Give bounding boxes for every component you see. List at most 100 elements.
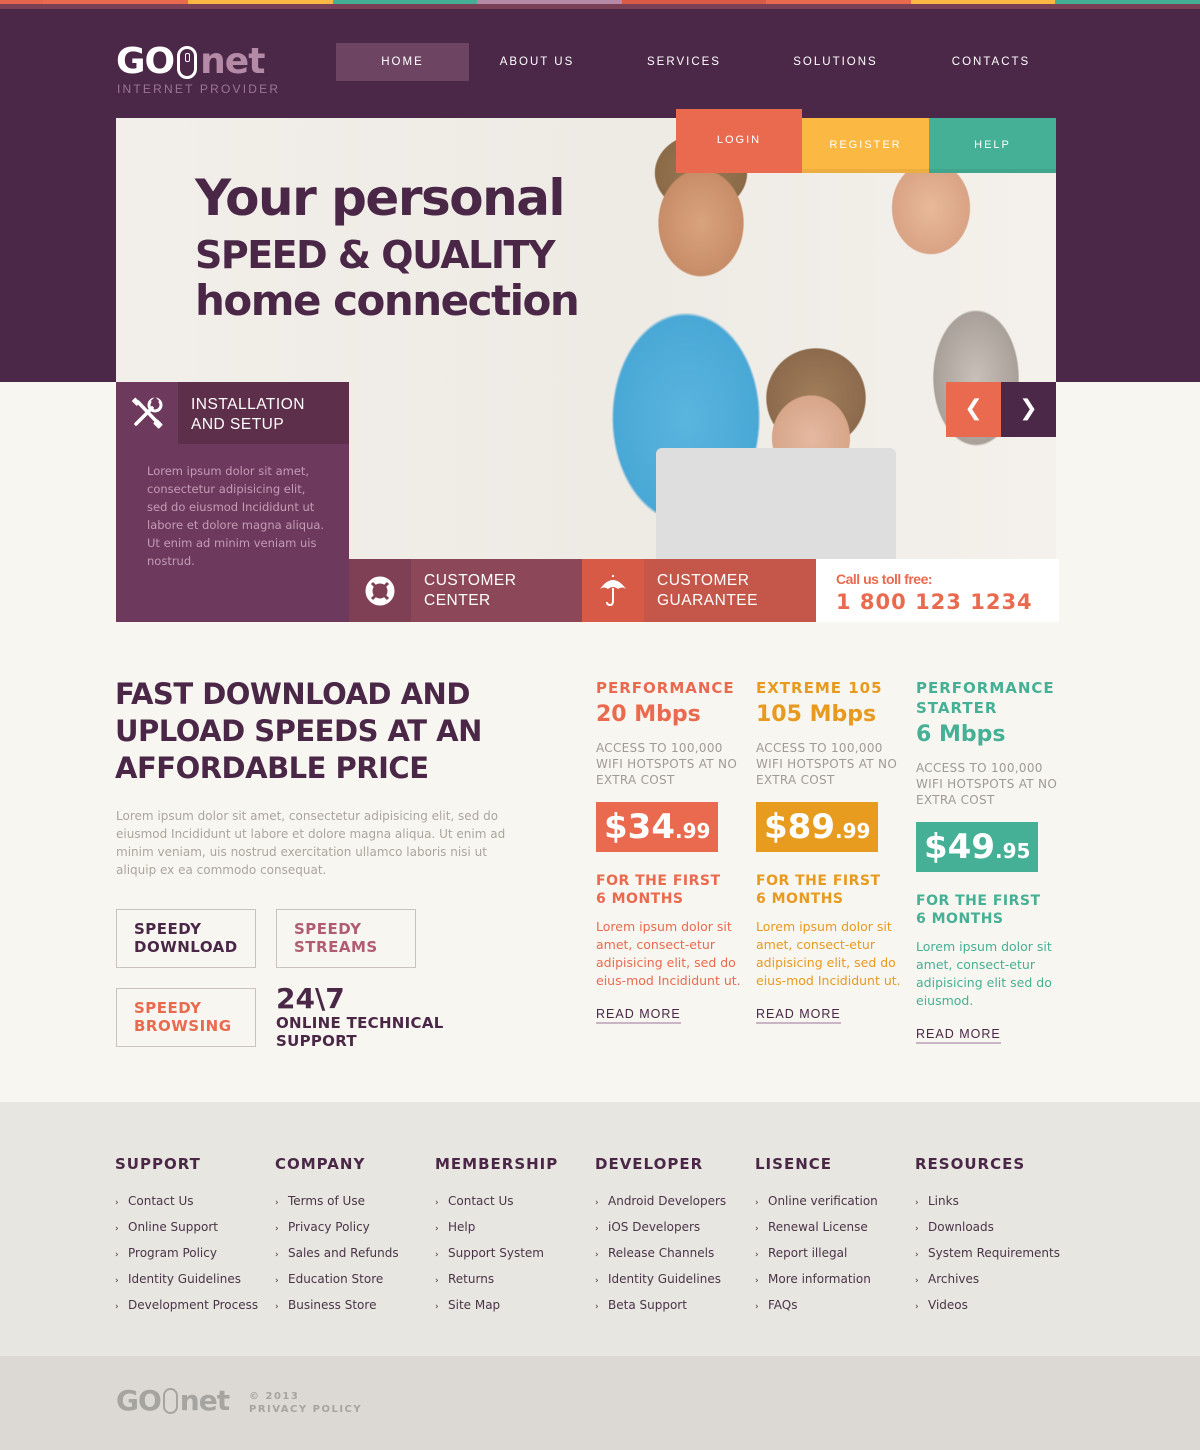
read-more-link[interactable]: READ MORE [756,1006,841,1024]
customer-center-button[interactable]: CUSTOMER CENTER [349,559,582,622]
footer-link[interactable]: › Online Support [115,1215,258,1241]
price-dollars: $49 [924,827,995,867]
site-logo[interactable]: GO net [116,44,265,80]
footer-link[interactable]: › Development Process [115,1293,258,1319]
support-247-heading: 24\7 [276,982,345,1015]
privacy-policy-link[interactable]: PRIVACY POLICY [249,1403,362,1416]
footer-link[interactable]: › Identity Guidelines [115,1267,258,1293]
support-247-block: 24\7 ONLINE TECHNICAL SUPPORT [276,982,444,1051]
footer-link[interactable]: › Report illegal [755,1241,878,1267]
footer-link[interactable]: › Videos [915,1293,1060,1319]
footer-link-label: Downloads [928,1220,994,1234]
footer-link[interactable]: › Beta Support [595,1293,726,1319]
footer-link[interactable]: › System Requirements [915,1241,1060,1267]
footer-link-list: › Contact Us › Help › Support System › Returns ›… [435,1189,558,1319]
footer-link[interactable]: › Identity Guidelines [595,1267,726,1293]
speedy-browsing-box[interactable]: SPEEDY BROWSING [116,988,256,1047]
speedy-download-line2: DOWNLOAD [134,938,238,956]
footer-link[interactable]: › Site Map [435,1293,558,1319]
footer-link-label: Android Developers [608,1194,727,1208]
nav-item-solutions[interactable]: SOLUTIONS [763,43,908,81]
footer-link-label: Business Store [288,1298,377,1312]
nav-item-about-us[interactable]: ABOUT US [469,43,605,81]
toll-free-number[interactable]: 1 800 123 1234 [836,590,1059,614]
footer-link[interactable]: › Terms of Use [275,1189,399,1215]
footer-link[interactable]: › Education Store [275,1267,399,1293]
speedy-streams-box[interactable]: SPEEDY STREAMS [276,909,416,968]
footer-link-label: Development Process [128,1298,259,1312]
customer-guarantee-button[interactable]: CUSTOMER GUARANTEE [582,559,816,622]
chevron-right-icon: › [435,1224,439,1234]
login-button[interactable]: LOGIN [676,109,802,173]
chevron-right-icon: › [275,1302,279,1312]
footer-column-heading: DEVELOPER [595,1155,704,1173]
installation-title-line2: AND SETUP [191,416,285,433]
footer-column-heading: COMPANY [275,1155,366,1173]
chevron-right-icon: › [915,1276,919,1286]
footer-column-developer: DEVELOPER › Android Developers › iOS Develop… [595,1155,726,1319]
footer-link[interactable]: › Links [915,1189,1060,1215]
chevron-right-icon: › [115,1250,119,1260]
help-button[interactable]: HELP [929,118,1056,173]
footer-link[interactable]: › Online verification [755,1189,878,1215]
footer-link[interactable]: › Renewal License [755,1215,878,1241]
slider-next-button[interactable]: ❯ [1001,382,1056,437]
footer-link-list: › Android Developers › iOS Developers › Relea… [595,1189,726,1319]
footer-link-label: Education Store [288,1272,384,1286]
footer-link[interactable]: › Downloads [915,1215,1060,1241]
footer-link[interactable]: › Sales and Refunds [275,1241,399,1267]
footer-link-label: Archives [928,1272,980,1286]
chevron-right-icon: › [915,1250,919,1260]
chevron-right-icon: › [115,1302,119,1312]
plan-card: PERFORMANCE 20 Mbps ACCESS TO 100,000 WI… [596,678,746,1024]
chevron-right-icon: › [435,1198,439,1208]
footer-link[interactable]: › Contact Us [115,1189,258,1215]
features-title: FAST DOWNLOAD AND UPLOAD SPEEDS AT AN AF… [115,677,482,785]
footer-link[interactable]: › Contact Us [435,1189,558,1215]
nav-item-services[interactable]: SERVICES [605,43,763,81]
price-dollars: $89 [764,807,835,847]
chevron-right-icon: › [435,1276,439,1286]
footer-logo[interactable]: GO net [116,1384,230,1417]
slider-prev-button[interactable]: ❮ [946,382,1001,437]
footer-link-label: Identity Guidelines [128,1272,241,1286]
register-button[interactable]: REGISTER [802,118,929,173]
speedy-download-box[interactable]: SPEEDY DOWNLOAD [116,909,256,968]
footer-link[interactable]: › Release Channels [595,1241,726,1267]
plan-text: Lorem ipsum dolor sit amet, consect-etur… [916,939,1052,1008]
footer-column-heading: LISENCE [755,1155,832,1173]
speedy-browsing-line1: SPEEDY [134,999,202,1017]
footer-link[interactable]: › More information [755,1267,878,1293]
footer-link-label: Beta Support [608,1298,687,1312]
plan-term-line1: FOR THE FIRST [916,893,1041,909]
chevron-right-icon: › [595,1302,599,1312]
plan-price: $49.95 [916,822,1039,872]
chevron-right-icon: › [755,1250,759,1260]
read-more-link[interactable]: READ MORE [916,1026,1001,1044]
chevron-right-icon: › [915,1302,919,1312]
footer-link[interactable]: › iOS Developers [595,1215,726,1241]
footer-link[interactable]: › Program Policy [115,1241,258,1267]
toll-free-label: Call us toll free: [836,571,933,587]
chevron-right-icon: › [275,1276,279,1286]
lifebuoy-icon [349,559,411,622]
footer-link[interactable]: › FAQs [755,1293,878,1319]
plan-text: Lorem ipsum dolor sit amet, consect-etur… [596,919,741,988]
plan-term: FOR THE FIRST 6 MONTHS [596,872,746,908]
nav-item-home[interactable]: HOME [336,43,469,81]
footer-link[interactable]: › Android Developers [595,1189,726,1215]
installation-title-line1: INSTALLATION [191,396,305,413]
footer-link-label: Renewal License [768,1220,868,1234]
footer-link[interactable]: › Returns [435,1267,558,1293]
footer-link[interactable]: › Business Store [275,1293,399,1319]
footer-link[interactable]: › Archives [915,1267,1060,1293]
footer-link-label: Returns [448,1272,495,1286]
footer-link[interactable]: › Privacy Policy [275,1215,399,1241]
plan-term: FOR THE FIRST 6 MONTHS [916,892,1066,928]
footer-link-label: Contact Us [128,1194,194,1208]
footer-link[interactable]: › Support System [435,1241,558,1267]
main-nav: HOME ABOUT US SERVICES SOLUTIONS CONTACT… [336,43,1074,81]
read-more-link[interactable]: READ MORE [596,1006,681,1024]
nav-item-contacts[interactable]: CONTACTS [908,43,1074,81]
footer-link[interactable]: › Help [435,1215,558,1241]
